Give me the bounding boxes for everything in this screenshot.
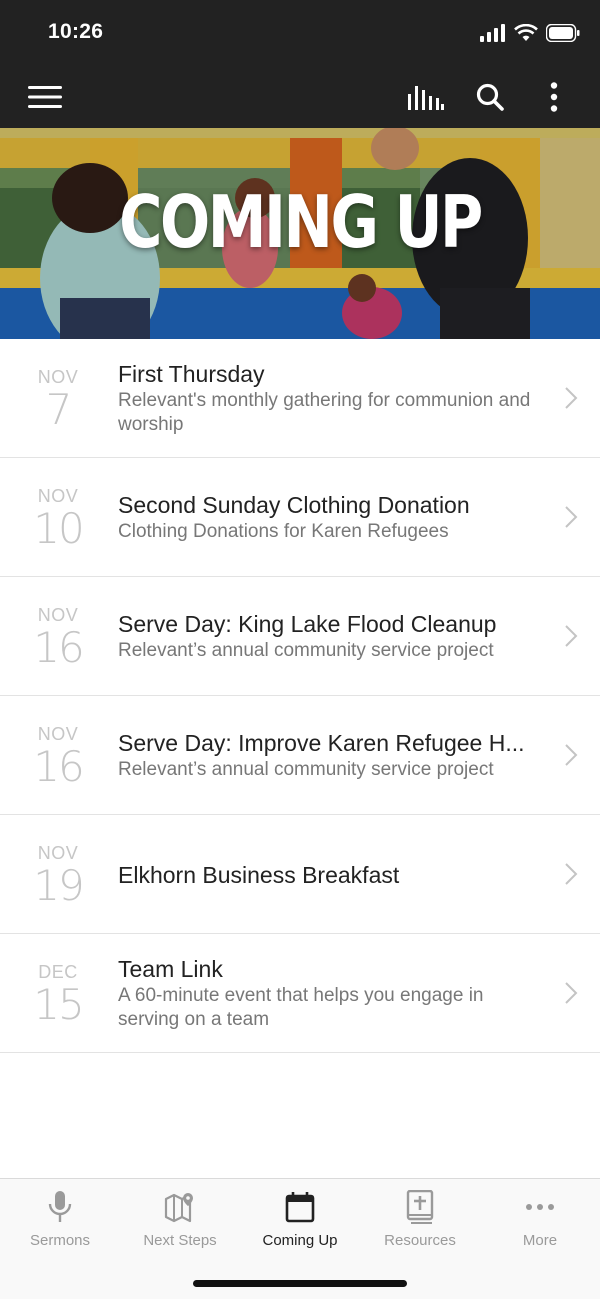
- wifi-icon: [514, 24, 538, 41]
- tab-label: Sermons: [29, 1232, 91, 1249]
- menu-button[interactable]: [22, 66, 68, 128]
- home-indicator: [193, 1280, 407, 1287]
- chevron-right-icon: [565, 982, 578, 1004]
- event-title: Serve Day: Improve Karen Refugee H...: [118, 730, 525, 756]
- tab-next-steps[interactable]: Next Steps: [120, 1179, 240, 1259]
- search-icon: [476, 83, 504, 111]
- app-bar: [0, 66, 600, 128]
- event-text: Serve Day: King Lake Flood Cleanup Relev…: [118, 577, 548, 696]
- chevron-right-icon: [565, 506, 578, 528]
- overflow-menu-button[interactable]: [536, 66, 572, 128]
- more-vertical-icon: [550, 82, 558, 112]
- search-button[interactable]: [470, 66, 510, 128]
- event-day: 16: [33, 623, 84, 672]
- event-date: DEC 15: [22, 934, 94, 1053]
- tab-label: Next Steps: [143, 1232, 217, 1249]
- audio-chart-button[interactable]: [404, 66, 448, 128]
- event-date: NOV 10: [22, 458, 94, 577]
- event-title: Second Sunday Clothing Donation: [118, 492, 470, 518]
- tab-label: Coming Up: [262, 1232, 338, 1249]
- hero-title: COMING UP: [119, 180, 483, 264]
- status-bar: 10:26: [0, 0, 600, 66]
- event-day: 7: [45, 385, 73, 434]
- event-row-king-lake-cleanup[interactable]: NOV 16 Serve Day: King Lake Flood Cleanu…: [0, 577, 600, 696]
- event-title: Team Link: [118, 956, 223, 982]
- chevron-right-icon: [565, 387, 578, 409]
- tab-label: More: [522, 1232, 558, 1249]
- event-row-team-link[interactable]: DEC 15 Team Link A 60-minute event that …: [0, 934, 600, 1053]
- event-description: Relevant’s annual community service proj…: [118, 640, 494, 661]
- event-text: First Thursday Relevant's monthly gather…: [118, 339, 548, 458]
- calendar-icon: [282, 1189, 318, 1225]
- tab-coming-up[interactable]: Coming Up: [240, 1179, 360, 1259]
- tab-sermons[interactable]: Sermons: [0, 1179, 120, 1259]
- event-description: Relevant’s annual community service proj…: [118, 759, 494, 780]
- event-description: Clothing Donations for Karen Refugees: [118, 521, 449, 542]
- status-time: 10:26: [48, 20, 104, 43]
- event-date: NOV 7: [22, 339, 94, 458]
- chevron-right-icon: [565, 625, 578, 647]
- tab-more[interactable]: More: [480, 1179, 600, 1259]
- more-horizontal-icon: [522, 1189, 558, 1225]
- event-day: 10: [33, 504, 84, 553]
- cellular-signal-icon: [480, 24, 505, 42]
- event-description: A 60-minute event that helps you engage …: [118, 985, 484, 1030]
- event-day: 16: [33, 742, 84, 791]
- event-row-first-thursday[interactable]: NOV 7 First Thursday Relevant's monthly …: [0, 339, 600, 458]
- bar-chart-icon: [408, 86, 444, 110]
- tab-resources[interactable]: Resources: [360, 1179, 480, 1259]
- event-date: NOV 19: [22, 815, 94, 934]
- map-pin-icon: [162, 1189, 198, 1225]
- event-row-business-breakfast[interactable]: NOV 19 Elkhorn Business Breakfast: [0, 815, 600, 934]
- event-date: NOV 16: [22, 696, 94, 815]
- event-text: Second Sunday Clothing Donation Clothing…: [118, 458, 548, 577]
- event-title: First Thursday: [118, 361, 265, 387]
- chevron-right-icon: [565, 863, 578, 885]
- status-icons: [480, 22, 580, 44]
- event-description: Relevant's monthly gathering for communi…: [118, 390, 531, 435]
- event-text: Team Link A 60-minute event that helps y…: [118, 934, 548, 1053]
- event-day: 15: [33, 980, 84, 1029]
- event-title: Elkhorn Business Breakfast: [118, 861, 400, 888]
- event-row-clothing-donation[interactable]: NOV 10 Second Sunday Clothing Donation C…: [0, 458, 600, 577]
- event-day: 19: [33, 861, 84, 910]
- event-date: NOV 16: [22, 577, 94, 696]
- event-text: Serve Day: Improve Karen Refugee H... Re…: [118, 696, 548, 815]
- hero-banner: COMING UP: [0, 128, 600, 339]
- tab-label: Resources: [384, 1232, 456, 1249]
- event-row-karen-refugee[interactable]: NOV 16 Serve Day: Improve Karen Refugee …: [0, 696, 600, 815]
- menu-icon: [28, 86, 62, 108]
- chevron-right-icon: [565, 744, 578, 766]
- event-text: Elkhorn Business Breakfast: [118, 815, 548, 934]
- battery-icon: [546, 24, 580, 42]
- event-title: Serve Day: King Lake Flood Cleanup: [118, 611, 497, 637]
- event-list: NOV 7 First Thursday Relevant's monthly …: [0, 339, 600, 1053]
- bible-icon: [402, 1189, 438, 1225]
- microphone-icon: [42, 1189, 78, 1225]
